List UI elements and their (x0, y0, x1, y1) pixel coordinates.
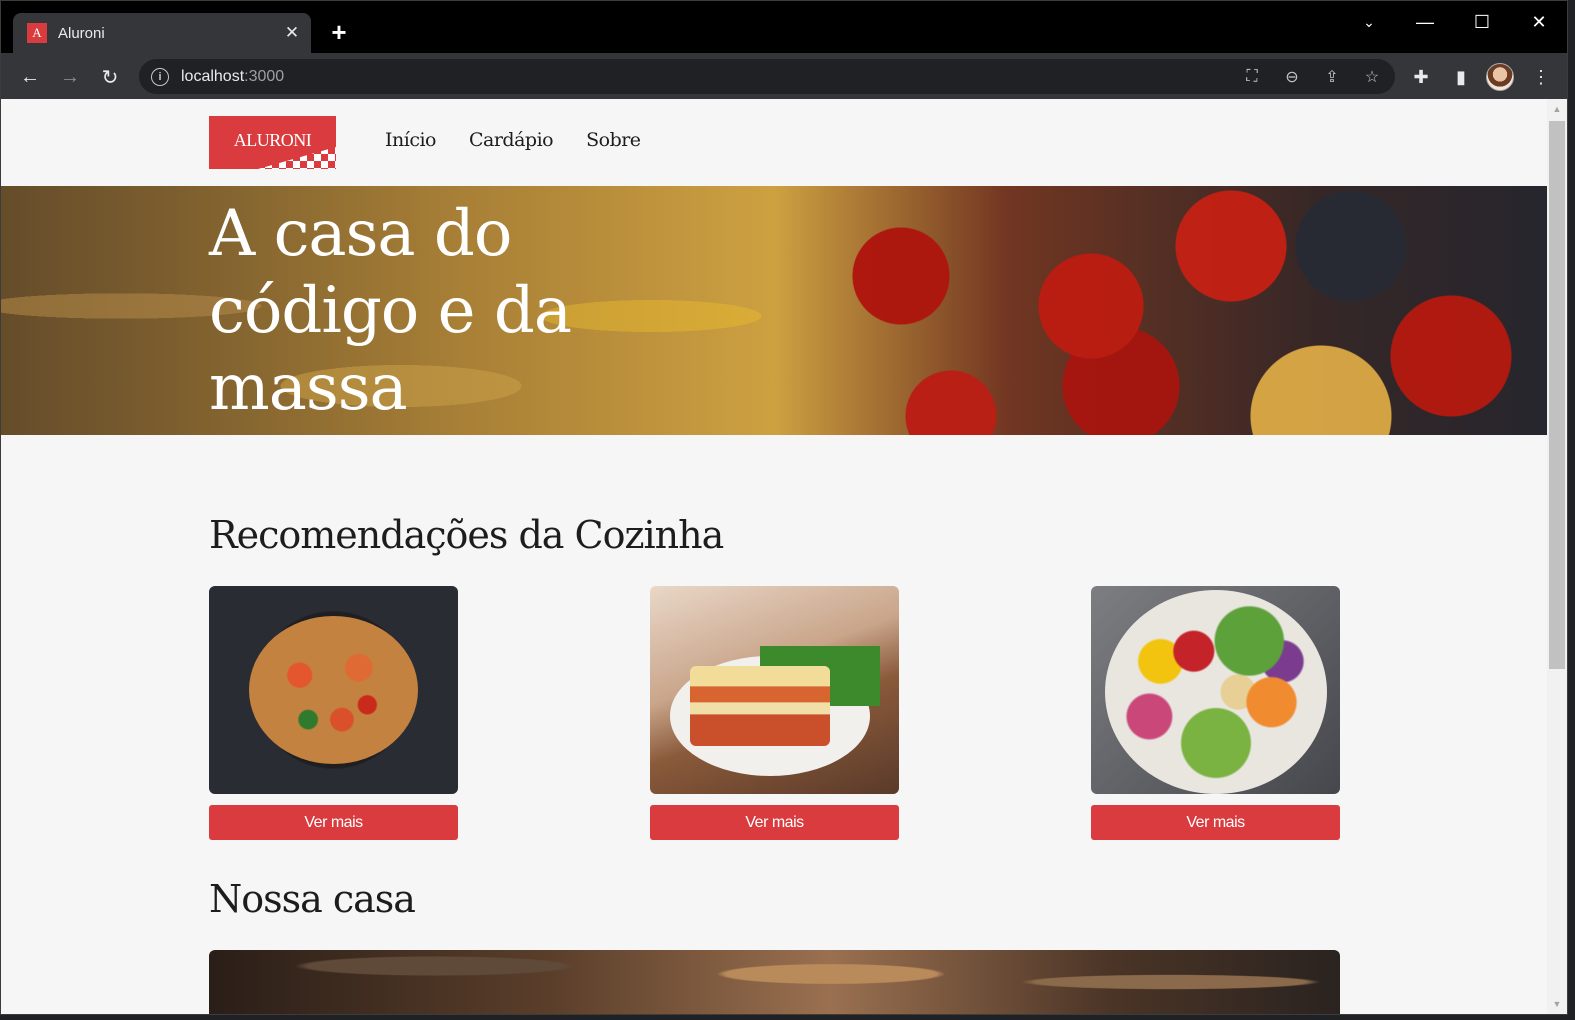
forward-icon[interactable]: → (56, 63, 84, 91)
url-text: localhost:3000 (181, 68, 284, 86)
close-window-button[interactable]: ✕ (1519, 7, 1559, 37)
recommendation-card: Ver mais (1091, 586, 1340, 840)
scrollbar-thumb[interactable] (1549, 121, 1565, 669)
hero-title: A casa do código e da massa (209, 197, 572, 425)
house-title: Nossa casa (209, 877, 416, 921)
favicon-icon: A (27, 23, 47, 43)
nav-link-cardapio[interactable]: Cardápio (469, 129, 554, 151)
ver-mais-button[interactable]: Ver mais (1091, 805, 1340, 840)
logo-text: ALURONI (233, 130, 312, 150)
side-panel-icon[interactable]: ▮ (1449, 65, 1473, 89)
lasagna-photo (650, 586, 899, 794)
back-icon[interactable]: ← (16, 63, 44, 91)
new-tab-button[interactable]: + (326, 17, 352, 47)
star-icon[interactable]: ☆ (1362, 67, 1382, 87)
recommendations-title: Recomendações da Cozinha (209, 513, 724, 557)
close-tab-icon[interactable]: ✕ (281, 22, 303, 44)
site-header: ALURONI Início Cardápio Sobre (1, 99, 1548, 186)
ver-mais-button[interactable]: Ver mais (209, 805, 458, 840)
url-host: localhost (181, 67, 245, 85)
house-photo (209, 950, 1340, 1014)
reload-icon[interactable]: ↻ (96, 63, 124, 91)
nav-link-sobre[interactable]: Sobre (586, 129, 641, 151)
vertical-scrollbar[interactable]: ▲ ▼ (1547, 99, 1567, 1014)
browser-toolbar: ← → ↻ i localhost:3000 ⛶ ⊖ ⇪ ☆ ✚ ▮ ⋮ (1, 53, 1567, 100)
maximize-button[interactable]: ☐ (1462, 7, 1502, 37)
main-nav: Início Cardápio Sobre (385, 129, 674, 151)
url-port: :3000 (244, 67, 285, 85)
recommendation-card: Ver mais (650, 586, 899, 840)
zoom-out-icon[interactable]: ⊖ (1282, 67, 1302, 87)
info-icon[interactable]: i (151, 67, 169, 86)
scroll-up-icon[interactable]: ▲ (1547, 101, 1567, 117)
ver-mais-button[interactable]: Ver mais (650, 805, 899, 840)
profile-avatar[interactable] (1486, 63, 1514, 91)
menu-icon[interactable]: ⋮ (1529, 65, 1553, 89)
minimize-button[interactable]: — (1405, 7, 1445, 37)
browser-tab[interactable]: A Aluroni ✕ (13, 13, 311, 53)
recommendation-card: Ver mais (209, 586, 458, 840)
logo[interactable]: ALURONI (209, 116, 336, 169)
hero-banner: A casa do código e da massa (1, 186, 1548, 435)
nav-link-inicio[interactable]: Início (385, 129, 436, 151)
extensions-icon[interactable]: ✚ (1409, 65, 1433, 89)
tab-search-icon[interactable]: ⌄ (1349, 7, 1389, 37)
address-bar[interactable]: i localhost:3000 ⛶ ⊖ ⇪ ☆ (139, 59, 1395, 94)
scroll-down-icon[interactable]: ▼ (1547, 996, 1567, 1012)
pasta-photo (209, 586, 458, 794)
tab-title: Aluroni (58, 24, 105, 42)
share-icon[interactable]: ⇪ (1322, 67, 1342, 87)
tab-strip: A Aluroni ✕ + ⌄ — ☐ ✕ (1, 1, 1567, 53)
page-viewport: ALURONI Início Cardápio Sobre A casa do … (1, 99, 1548, 1014)
translate-icon[interactable]: ⛶ (1242, 67, 1262, 87)
salad-photo (1091, 586, 1340, 794)
